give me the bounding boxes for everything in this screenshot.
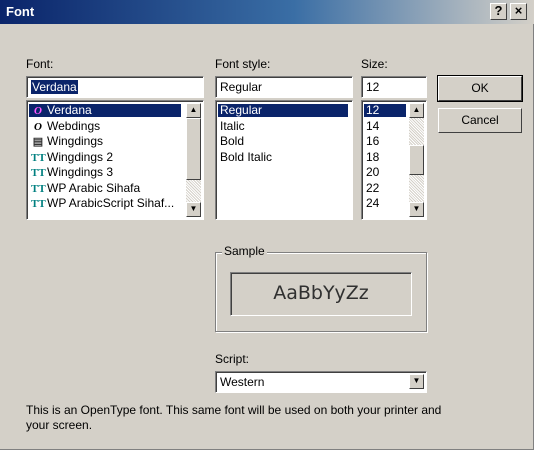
list-item[interactable]: TTWingdings 2: [29, 149, 114, 164]
list-item-label: Bold: [220, 134, 245, 148]
list-item[interactable]: Regular: [218, 104, 348, 117]
list-item[interactable]: 14: [364, 118, 380, 133]
font-style-label: Font style:: [215, 57, 271, 71]
list-item-label: WP ArabicScript Sihaf...: [47, 196, 175, 210]
scroll-down-icon[interactable]: ▼: [409, 202, 424, 217]
list-item[interactable]: O Verdana: [29, 104, 181, 117]
scroll-thumb[interactable]: [409, 145, 424, 175]
list-item[interactable]: ▤ Wingdings: [29, 134, 104, 149]
list-item-label: Wingdings: [47, 134, 104, 148]
list-item-label: 22: [366, 180, 380, 195]
font-name-value: Verdana: [31, 80, 78, 94]
list-item[interactable]: Bold Italic: [218, 149, 273, 164]
list-item-label: 24: [366, 196, 380, 210]
list-item[interactable]: Italic: [218, 118, 245, 133]
list-item-label: Webdings: [47, 118, 101, 133]
list-item-label: WP Arabic Sihafa: [47, 180, 141, 195]
list-item-label: Bold Italic: [220, 149, 273, 164]
title-bar[interactable]: Font ? ×: [0, 0, 534, 24]
list-item-label: 14: [366, 118, 380, 133]
list-item[interactable]: 24: [364, 197, 379, 210]
scroll-up-icon[interactable]: ▲: [409, 103, 424, 118]
font-label: Font:: [26, 57, 54, 71]
font-style-value: Regular: [220, 80, 263, 94]
truetype-font-icon: TT: [31, 198, 46, 210]
help-button[interactable]: ?: [490, 3, 507, 20]
scroll-down-icon[interactable]: ▼: [186, 202, 201, 217]
font-style-input[interactable]: Regular: [215, 76, 353, 98]
truetype-font-icon: TT: [31, 182, 46, 195]
list-item-label: 16: [366, 134, 380, 148]
list-item[interactable]: 18: [364, 149, 380, 164]
printer-font-icon: ▤: [32, 136, 44, 148]
size-scrollbar[interactable]: ▲ ▼: [409, 103, 424, 217]
list-item-label: 20: [366, 165, 380, 179]
size-listbox[interactable]: ▲ ▼ 12 14 16 18 20 22 24: [361, 100, 427, 220]
sample-preview: AaBbYyZz: [230, 272, 412, 316]
truetype-font-icon: TT: [31, 167, 46, 179]
scroll-thumb[interactable]: [186, 118, 201, 180]
size-input[interactable]: 12: [361, 76, 427, 98]
list-item-label: Italic: [220, 118, 245, 133]
list-item[interactable]: TTWingdings 3: [29, 165, 114, 180]
close-button[interactable]: ×: [510, 3, 527, 20]
list-item-label: 18: [366, 149, 380, 164]
list-item-label: Wingdings 2: [47, 149, 114, 164]
list-item[interactable]: Bold: [218, 135, 244, 148]
script-select[interactable]: Western ▼: [215, 371, 427, 393]
list-item[interactable]: O Webdings: [29, 118, 101, 133]
cancel-button[interactable]: Cancel: [438, 108, 522, 133]
chevron-down-icon[interactable]: ▼: [409, 374, 424, 389]
truetype-font-icon: TT: [31, 151, 46, 164]
list-item-label: Verdana: [47, 103, 92, 117]
font-description: This is an OpenType font. This same font…: [26, 403, 442, 432]
font-dialog: Font ? × Font: Verdana ▲ ▼ O Verdana O Webd…: [0, 0, 534, 450]
script-value: Western: [220, 375, 265, 389]
list-item[interactable]: TTWP ArabicScript Sihaf...: [29, 196, 175, 211]
list-item[interactable]: 12: [364, 104, 406, 117]
ok-button[interactable]: OK: [437, 75, 523, 102]
list-item-label: Wingdings 3: [47, 165, 114, 179]
list-item[interactable]: 16: [364, 135, 379, 148]
list-item-label: Regular: [220, 103, 263, 117]
size-label: Size:: [361, 57, 388, 71]
sample-label: Sample: [222, 244, 267, 258]
font-listbox[interactable]: ▲ ▼ O Verdana O Webdings ▤ Wingdings TTWingdin…: [26, 100, 204, 220]
list-item[interactable]: 20: [364, 166, 379, 179]
font-scrollbar[interactable]: ▲ ▼: [186, 103, 201, 217]
opentype-font-icon: O: [34, 120, 42, 133]
font-name-input[interactable]: Verdana: [26, 76, 204, 98]
window-title: Font: [6, 4, 35, 19]
list-item[interactable]: 22: [364, 180, 380, 195]
font-style-listbox[interactable]: Regular Italic Bold Bold Italic: [215, 100, 353, 220]
list-item[interactable]: TTWP Arabic Sihafa: [29, 180, 141, 195]
size-value: 12: [366, 80, 380, 94]
scroll-up-icon[interactable]: ▲: [186, 103, 201, 118]
script-label: Script:: [215, 352, 250, 366]
opentype-font-icon: O: [34, 105, 42, 117]
list-item-label: 12: [366, 103, 380, 117]
